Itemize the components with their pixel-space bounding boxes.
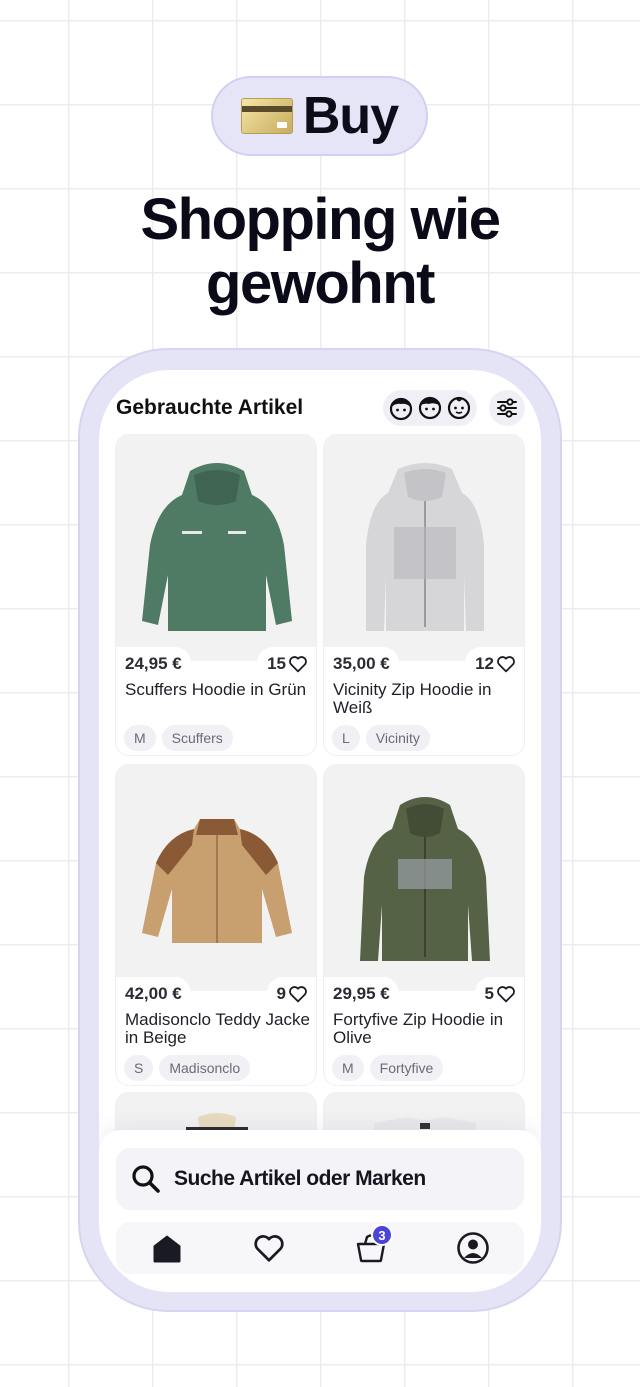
home-icon[interactable] xyxy=(151,1232,183,1264)
product-price: 24,95 € xyxy=(116,647,191,681)
like-count-value: 5 xyxy=(484,984,494,1003)
product-image xyxy=(116,435,316,661)
girl-face-icon[interactable] xyxy=(388,395,414,421)
product-name: Madisonclo Teddy Jacke in Beige xyxy=(125,1010,310,1047)
heart-icon[interactable] xyxy=(288,655,308,673)
profile-icon[interactable] xyxy=(456,1231,490,1265)
product-price: 29,95 € xyxy=(324,977,399,1011)
nav-home[interactable] xyxy=(147,1228,187,1268)
buy-badge: Buy xyxy=(211,76,428,156)
nav-favorites[interactable] xyxy=(249,1228,289,1268)
like-count-value: 15 xyxy=(267,654,286,673)
brand-tag[interactable]: Scuffers xyxy=(161,725,233,751)
audience-filter-group[interactable] xyxy=(383,390,477,426)
product-image xyxy=(324,435,524,661)
heart-icon[interactable] xyxy=(496,985,516,1003)
like-count-value: 12 xyxy=(475,654,494,673)
brand-tag[interactable]: Fortyfive xyxy=(369,1055,444,1081)
search-icon xyxy=(132,1165,160,1193)
heart-icon[interactable] xyxy=(252,1233,286,1263)
product-price: 42,00 € xyxy=(116,977,191,1011)
size-tag: M xyxy=(332,1055,364,1081)
heart-icon[interactable] xyxy=(288,985,308,1003)
heart-icon[interactable] xyxy=(496,655,516,673)
filter-sliders-icon xyxy=(497,398,517,418)
size-tag: L xyxy=(332,725,360,751)
bottom-panel: Suche Artikel oder Marken 3 xyxy=(99,1130,541,1292)
product-price: 35,00 € xyxy=(324,647,399,681)
brand-tag[interactable]: Vicinity xyxy=(365,725,430,751)
like-count[interactable]: 12 xyxy=(465,647,524,681)
headline-line-2: gewohnt xyxy=(206,251,435,316)
like-count[interactable]: 15 xyxy=(257,647,316,681)
product-name: Vicinity Zip Hoodie in Weiß xyxy=(333,680,492,717)
bottom-nav: 3 xyxy=(116,1222,524,1274)
headline-line-1: Shopping wie xyxy=(140,187,501,252)
product-card[interactable]: 42,00 € 9 Madisonclo Teddy Jacke in Beig… xyxy=(115,764,317,1086)
nav-profile[interactable] xyxy=(453,1228,493,1268)
boy-face-icon[interactable] xyxy=(417,395,443,421)
credit-card-icon xyxy=(240,98,293,134)
product-image xyxy=(324,765,524,991)
product-card[interactable]: 24,95 € 15 Scuffers Hoodie in Grün M Scu… xyxy=(115,434,317,756)
product-card[interactable]: 29,95 € 5 Fortyfive Zip Hoodie in Olive … xyxy=(323,764,525,1086)
size-tag: M xyxy=(124,725,156,751)
buy-label: Buy xyxy=(302,87,399,145)
page-title: Gebrauchte Artikel xyxy=(116,396,304,419)
brand-tag[interactable]: Madisonclo xyxy=(159,1055,251,1081)
search-bar[interactable]: Suche Artikel oder Marken xyxy=(116,1148,524,1210)
headline: Shopping wie gewohnt xyxy=(0,188,640,316)
search-placeholder[interactable]: Suche Artikel oder Marken xyxy=(174,1167,426,1191)
filter-button[interactable] xyxy=(489,390,525,426)
like-count[interactable]: 9 xyxy=(266,977,316,1011)
nav-basket[interactable]: 3 xyxy=(351,1224,393,1268)
size-tag: S xyxy=(124,1055,154,1081)
phone-screen: Gebrauchte Artikel 24,95 € 15 Scuffers H… xyxy=(99,370,541,1292)
product-card[interactable]: 35,00 € 12 Vicinity Zip Hoodie in Weiß L… xyxy=(323,434,525,756)
product-name: Fortyfive Zip Hoodie in Olive xyxy=(333,1010,504,1047)
product-name: Scuffers Hoodie in Grün xyxy=(125,680,307,699)
like-count-value: 9 xyxy=(276,984,286,1003)
cart-badge: 3 xyxy=(371,1224,393,1246)
like-count[interactable]: 5 xyxy=(474,977,524,1011)
product-image xyxy=(116,765,316,991)
child-face-icon[interactable] xyxy=(446,395,472,421)
